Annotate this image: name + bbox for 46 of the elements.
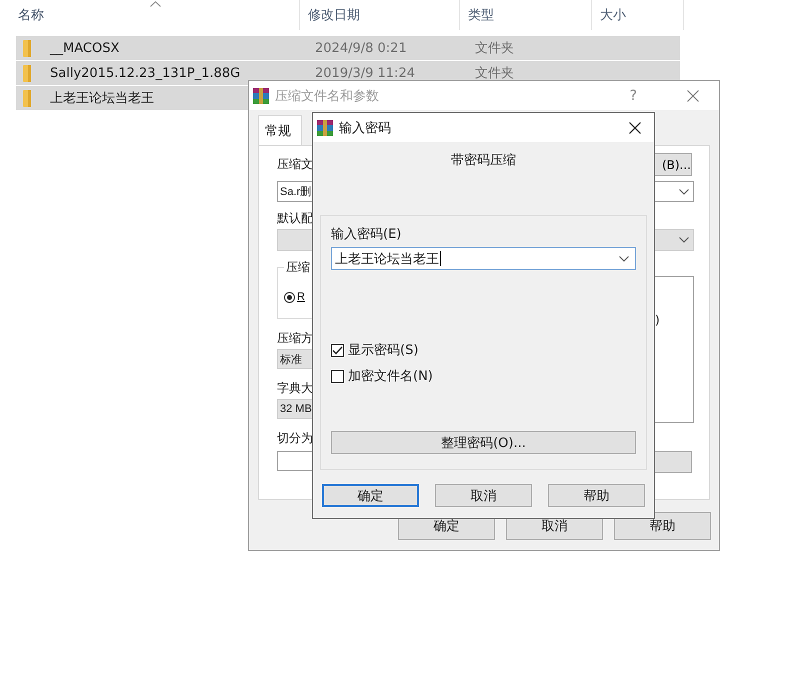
field-label: 切分为 [277,430,313,446]
file-name: 上老王论坛当老王 [50,91,154,106]
dialog-heading: 带密码压缩 [451,152,516,170]
tab[interactable]: 常规 [258,115,302,145]
dialog-button[interactable]: 取消 [435,484,532,507]
option-label: ) [655,313,660,327]
file-type: 文件夹 [475,40,514,57]
checkbox[interactable] [331,370,344,382]
radio-button[interactable]: R [284,291,305,303]
column-header[interactable]: 大小 [600,6,626,24]
checkbox-option[interactable]: 加密文件名(N) [331,367,636,385]
archive-app-icon [316,118,334,136]
column-header[interactable]: 名称 [18,6,44,24]
archive-name-field[interactable] [654,181,694,202]
file-type: 文件夹 [475,65,514,82]
file-date: 2019/3/9 11:24 [315,66,416,80]
folder-icon [23,40,31,56]
column-header[interactable]: 修改日期 [308,6,360,24]
password-field[interactable]: 上老王论坛当老王 [331,247,636,270]
file-name: Sally2015.12.23_131P_1.88G [50,66,240,80]
close-icon[interactable] [629,122,641,134]
organize-passwords-button[interactable]: 整理密码(O)... [331,431,636,454]
help-button[interactable]: ? [630,88,637,104]
browse-button[interactable]: (B)... [654,153,692,176]
archive-app-icon [252,86,270,104]
folder-icon [23,90,31,106]
window-title: 输入密码 [339,120,391,136]
chevron-down-icon [619,256,629,262]
settings-button[interactable] [654,451,692,473]
field-label: 默认配 [277,210,313,226]
window-title: 压缩文件名和参数 [275,88,379,104]
field-label: 压缩方 [277,330,313,346]
file-row[interactable]: __MACOSX 2024/9/8 0:21 文件夹 [16,36,680,60]
file-date: 2024/9/8 0:21 [315,40,408,56]
password-label: 输入密码(E) [331,227,402,243]
column-header[interactable]: 类型 [468,6,494,24]
field-label: 字典大 [277,380,313,396]
file-name: __MACOSX [50,40,120,56]
dialog-button[interactable]: 确定 [322,484,419,507]
dialog-button[interactable]: 帮助 [548,484,645,507]
chevron-down-icon [679,237,689,243]
folder-icon [23,64,31,82]
chevron-down-icon [679,188,689,194]
checkbox[interactable] [331,344,344,356]
profile-dropdown[interactable] [654,229,694,251]
field-label: 压缩文 [277,156,313,172]
